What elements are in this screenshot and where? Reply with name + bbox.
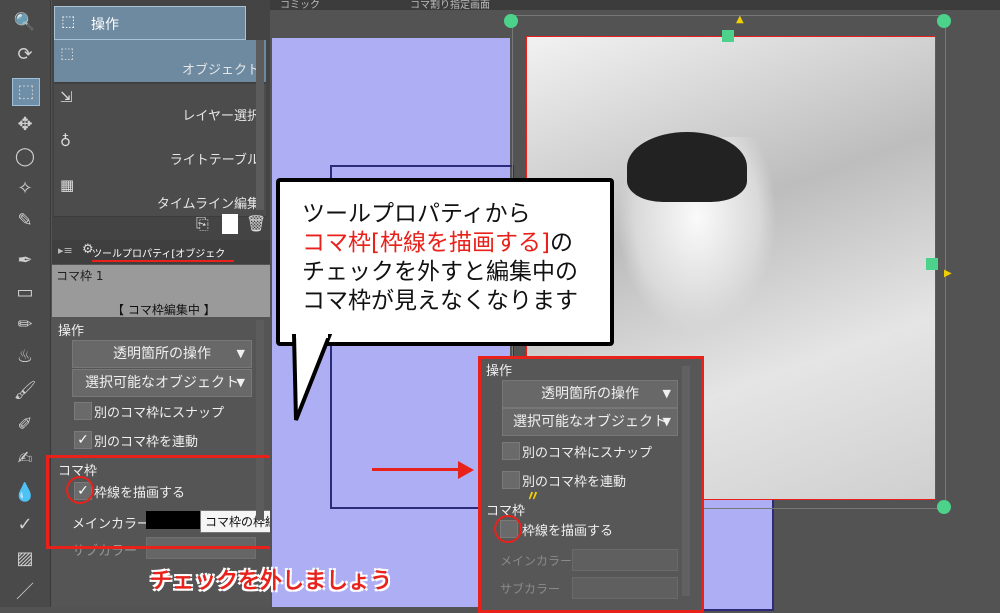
panel-menu-icon[interactable]: ▸≡ bbox=[58, 244, 73, 257]
corner-handle[interactable] bbox=[937, 500, 951, 514]
snap-checkbox[interactable] bbox=[74, 402, 92, 420]
callout-text: ツールプロパティから コマ枠[枠線を描画する]の チェックを外すと編集中の コマ… bbox=[302, 200, 578, 316]
transparent-op-select[interactable]: 透明箇所の操作 ▼ bbox=[72, 340, 252, 368]
correction-icon[interactable]: ✓ bbox=[12, 512, 38, 538]
callout-line: チェックを外すと編集中の bbox=[302, 259, 578, 285]
arrow-head-icon bbox=[458, 461, 474, 479]
tool-property-tabbar: ▸≡ ⚙ ツールプロパティ[オブジェク bbox=[52, 240, 270, 264]
select-label: 透明箇所の操作 bbox=[113, 346, 211, 362]
rotate-icon[interactable]: ⟳ bbox=[12, 42, 38, 68]
popup-main-color-swatch[interactable] bbox=[572, 549, 678, 571]
subtool-item-object[interactable]: ⬚ オブジェクト bbox=[54, 40, 266, 83]
link-label: 別のコマ枠を連動 bbox=[94, 435, 199, 450]
brush-icon[interactable]: 🖌 bbox=[12, 378, 38, 404]
popup-sub-color-swatch[interactable] bbox=[572, 577, 678, 599]
operation-icon: ⬚ bbox=[61, 12, 76, 30]
tool-palette: 🔍 ⟳ ⬚ ✥ ◯ ✧ ✎ ✒ ▭ ✏ ♨ 🖌 ✐ ✍ 💧 ✓ ▨ ／ bbox=[0, 0, 51, 607]
layer-select-icon: ⇲ bbox=[60, 88, 73, 106]
frame-name: コマ枠 1 bbox=[56, 269, 104, 283]
eraser-icon[interactable]: ▭ bbox=[12, 280, 38, 306]
arrow-line bbox=[372, 468, 462, 471]
subtool-scrollbar[interactable] bbox=[256, 40, 264, 210]
blend-icon[interactable]: 💧 bbox=[12, 480, 38, 506]
instruction-caption: チェックを外しましょう bbox=[150, 569, 393, 594]
popup-link-checkbox[interactable] bbox=[502, 471, 520, 489]
select-label: 透明箇所の操作 bbox=[541, 386, 639, 402]
decoration-icon[interactable]: ✐ bbox=[12, 412, 38, 438]
copy-subtool-icon[interactable]: ⎘ bbox=[196, 214, 209, 234]
popup-scrollbar[interactable] bbox=[682, 366, 690, 596]
subtool-group-label: 操作 bbox=[91, 17, 119, 33]
subtool-item-label: レイヤー選択 bbox=[182, 109, 260, 124]
canvas-tab[interactable]: コマ割り指定画面 bbox=[410, 0, 490, 11]
section-operation-title: 操作 bbox=[58, 324, 85, 339]
lasso-icon[interactable]: ◯ bbox=[12, 144, 38, 170]
subtool-item-layer-select[interactable]: ⇲ レイヤー選択 bbox=[54, 84, 266, 129]
figure-icon[interactable]: ／ bbox=[12, 580, 38, 606]
callout-line-rest: の bbox=[549, 230, 573, 256]
popup-section-operation: 操作 bbox=[486, 364, 513, 379]
trash-icon[interactable]: 🗑 bbox=[246, 214, 266, 233]
canvas-tab[interactable]: コミック bbox=[280, 0, 320, 11]
subtool-item-label: ライトテーブル bbox=[169, 153, 260, 168]
select-label: 選択可能なオブジェクト bbox=[85, 375, 239, 391]
callout-line: コマ枠[枠線を描画する]の bbox=[302, 229, 578, 258]
eyedropper-icon[interactable]: ✎ bbox=[12, 208, 38, 234]
chevron-down-icon: ▼ bbox=[662, 387, 671, 400]
edge-handle[interactable] bbox=[722, 30, 734, 42]
fill-brush-icon[interactable]: ✍ bbox=[12, 446, 38, 472]
popup-highlight-circle bbox=[494, 515, 522, 543]
link-checkbox[interactable]: ✓ bbox=[74, 431, 92, 449]
chevron-down-icon: ▼ bbox=[236, 376, 245, 389]
callout-line: ツールプロパティから bbox=[302, 201, 531, 227]
canvas-tabbar: コミック コマ割り指定画面 bbox=[270, 0, 1000, 11]
highlight-circle bbox=[66, 476, 94, 504]
pencil-icon[interactable]: ✏ bbox=[12, 312, 38, 338]
callout-tail bbox=[291, 334, 333, 421]
callout-line: コマ枠が見えなくなります bbox=[302, 288, 578, 314]
popup-transparent-op-select[interactable]: 透明箇所の操作 ▼ bbox=[502, 380, 678, 408]
snap-label: 別のコマ枠にスナップ bbox=[94, 406, 225, 421]
chevron-down-icon: ▼ bbox=[662, 415, 671, 428]
sparkle-icon: 〃 bbox=[526, 489, 540, 505]
lightbulb-icon: ♁ bbox=[60, 132, 71, 150]
popup-draw-border-label: 枠線を描画する bbox=[522, 524, 614, 539]
popup-snap-label: 別のコマ枠にスナップ bbox=[522, 446, 653, 461]
subtool-item-timeline[interactable]: ▦ タイムライン編集 bbox=[54, 172, 266, 217]
corner-handle[interactable] bbox=[937, 14, 951, 28]
airbrush-icon[interactable]: ♨ bbox=[12, 344, 38, 370]
select-label: 選択可能なオブジェクト bbox=[513, 414, 667, 430]
corner-handle[interactable] bbox=[504, 14, 518, 28]
subtool-item-label: タイムライン編集 bbox=[156, 197, 260, 212]
frame-preview: コマ枠 1 【 コマ枠編集中 】 bbox=[52, 265, 270, 317]
tab-underline bbox=[92, 260, 234, 262]
selectable-object-select[interactable]: 選択可能なオブジェクト ▼ bbox=[72, 369, 252, 397]
callout-bubble: ツールプロパティから コマ枠[枠線を描画する]の チェックを外すと編集中の コマ… bbox=[276, 178, 614, 346]
popup-snap-checkbox[interactable] bbox=[502, 442, 520, 460]
callout-highlight: コマ枠[枠線を描画する] bbox=[302, 230, 550, 256]
frame-status: 【 コマ枠編集中 】 bbox=[112, 303, 216, 317]
popup-sub-color-label: サブカラー bbox=[500, 582, 561, 596]
zoom-icon[interactable]: 🔍 bbox=[12, 10, 38, 36]
subtool-group-header[interactable]: ⬚ 操作 bbox=[54, 6, 246, 40]
magic-wand-icon[interactable]: ✧ bbox=[12, 176, 38, 202]
gradient-icon[interactable]: ▨ bbox=[12, 546, 38, 572]
cursor-object-icon: ⬚ bbox=[60, 44, 75, 62]
new-subtool-icon[interactable] bbox=[222, 214, 238, 234]
popup-main-color-label: メインカラー bbox=[500, 554, 573, 568]
edge-handle[interactable] bbox=[926, 258, 938, 270]
chevron-down-icon: ▼ bbox=[236, 347, 245, 360]
move-layer-icon[interactable]: ✥ bbox=[12, 112, 38, 138]
popup-selectable-object-select[interactable]: 選択可能なオブジェクト ▼ bbox=[502, 408, 678, 436]
operation-tool-icon[interactable]: ⬚ bbox=[12, 78, 40, 106]
subtool-item-label: オブジェクト bbox=[181, 63, 260, 78]
tab-tool-property[interactable]: ツールプロパティ[オブジェク bbox=[92, 245, 225, 260]
pen-icon[interactable]: ✒ bbox=[12, 248, 38, 274]
timeline-icon: ▦ bbox=[60, 176, 75, 194]
edge-arrow-icon: ▲ bbox=[736, 14, 744, 25]
subtool-item-light-table[interactable]: ♁ ライトテーブル bbox=[54, 128, 266, 173]
edge-arrow-icon: ▶ bbox=[944, 268, 952, 279]
